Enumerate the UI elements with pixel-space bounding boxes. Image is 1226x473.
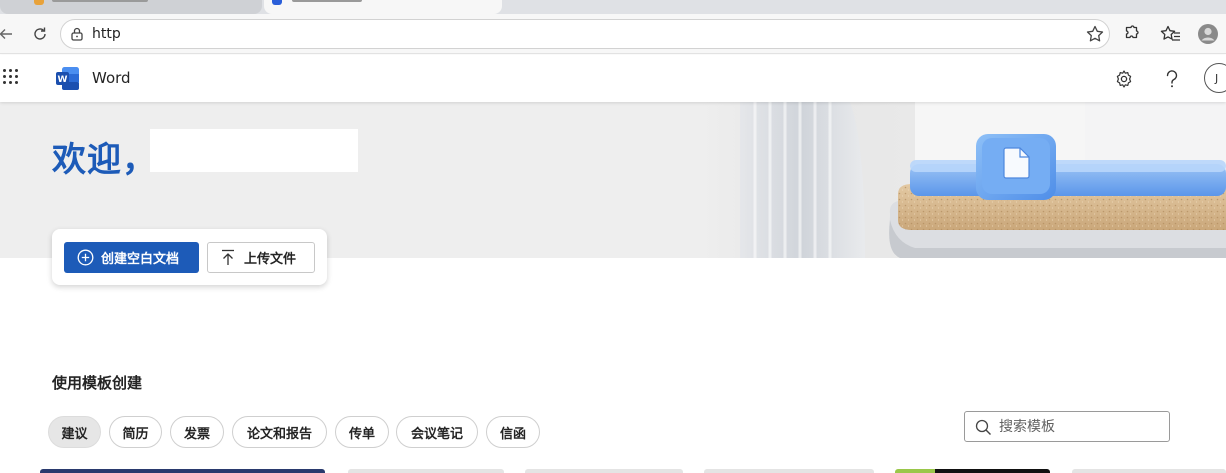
- settings-icon[interactable]: [1112, 67, 1136, 91]
- favorites-icon[interactable]: [1159, 22, 1183, 46]
- browser-tab[interactable]: [504, 0, 1226, 14]
- extensions-icon[interactable]: [1119, 22, 1143, 46]
- app-launcher-icon[interactable]: [3, 69, 21, 87]
- template-thumbnail[interactable]: [40, 469, 325, 473]
- avatar[interactable]: J: [1204, 63, 1226, 93]
- browser-tab[interactable]: [0, 0, 262, 14]
- app-name: Word: [92, 69, 131, 87]
- template-category-letters[interactable]: 信函: [486, 416, 540, 448]
- hero-illustration: [700, 102, 1226, 258]
- help-icon[interactable]: [1160, 67, 1184, 91]
- tab-favicon-icon: [272, 0, 282, 5]
- tab-title-placeholder: [52, 0, 148, 2]
- address-bar[interactable]: http: [60, 19, 1110, 49]
- word-logo-icon[interactable]: W: [55, 66, 80, 95]
- template-category-flyers[interactable]: 传单: [335, 416, 389, 448]
- reload-icon[interactable]: [28, 22, 52, 46]
- back-arrow-icon[interactable]: [0, 22, 18, 46]
- template-category-suggested[interactable]: 建议: [48, 416, 101, 448]
- upload-label: 上传文件: [244, 252, 297, 267]
- template-thumbnail[interactable]: [348, 469, 504, 473]
- tab-favicon-icon: [34, 0, 44, 5]
- browser-toolbar: http: [0, 14, 1226, 54]
- user-name-redacted: [150, 129, 358, 172]
- template-thumbnail[interactable]: [525, 469, 683, 473]
- address-url[interactable]: http: [92, 26, 121, 42]
- search-icon: [975, 419, 991, 435]
- template-category-meeting-notes[interactable]: 会议笔记: [396, 416, 478, 448]
- plus-circle-icon: [77, 249, 94, 266]
- templates-section-title: 使用模板创建: [52, 374, 143, 392]
- upload-file-button[interactable]: 上传文件: [207, 242, 315, 273]
- browser-tab-strip: [0, 0, 1226, 14]
- upload-arrow-icon: [222, 249, 234, 265]
- create-blank-document-button[interactable]: 创建空白文档: [64, 242, 199, 273]
- template-search-input[interactable]: [999, 417, 1159, 437]
- template-thumbnail[interactable]: [895, 469, 1050, 473]
- template-category-resume[interactable]: 简历: [109, 416, 162, 448]
- template-thumbnail[interactable]: [1072, 469, 1226, 473]
- profile-icon[interactable]: [1196, 22, 1220, 46]
- template-category-papers-reports[interactable]: 论文和报告: [232, 416, 327, 448]
- star-icon[interactable]: [1085, 24, 1105, 48]
- tab-title-placeholder: [292, 0, 362, 2]
- lock-icon: [70, 26, 84, 46]
- avatar-initial: J: [1215, 71, 1219, 85]
- browser-tab-active[interactable]: [264, 0, 502, 14]
- template-category-invoice[interactable]: 发票: [170, 416, 224, 448]
- create-blank-label: 创建空白文档: [101, 252, 180, 267]
- quick-actions-card: 创建空白文档 上传文件: [52, 229, 327, 285]
- svg-text:W: W: [58, 75, 68, 85]
- welcome-heading: 欢迎，: [52, 140, 157, 180]
- template-search[interactable]: [964, 411, 1170, 442]
- app-header: W Word J: [0, 55, 1226, 102]
- template-thumbnail[interactable]: [704, 469, 874, 473]
